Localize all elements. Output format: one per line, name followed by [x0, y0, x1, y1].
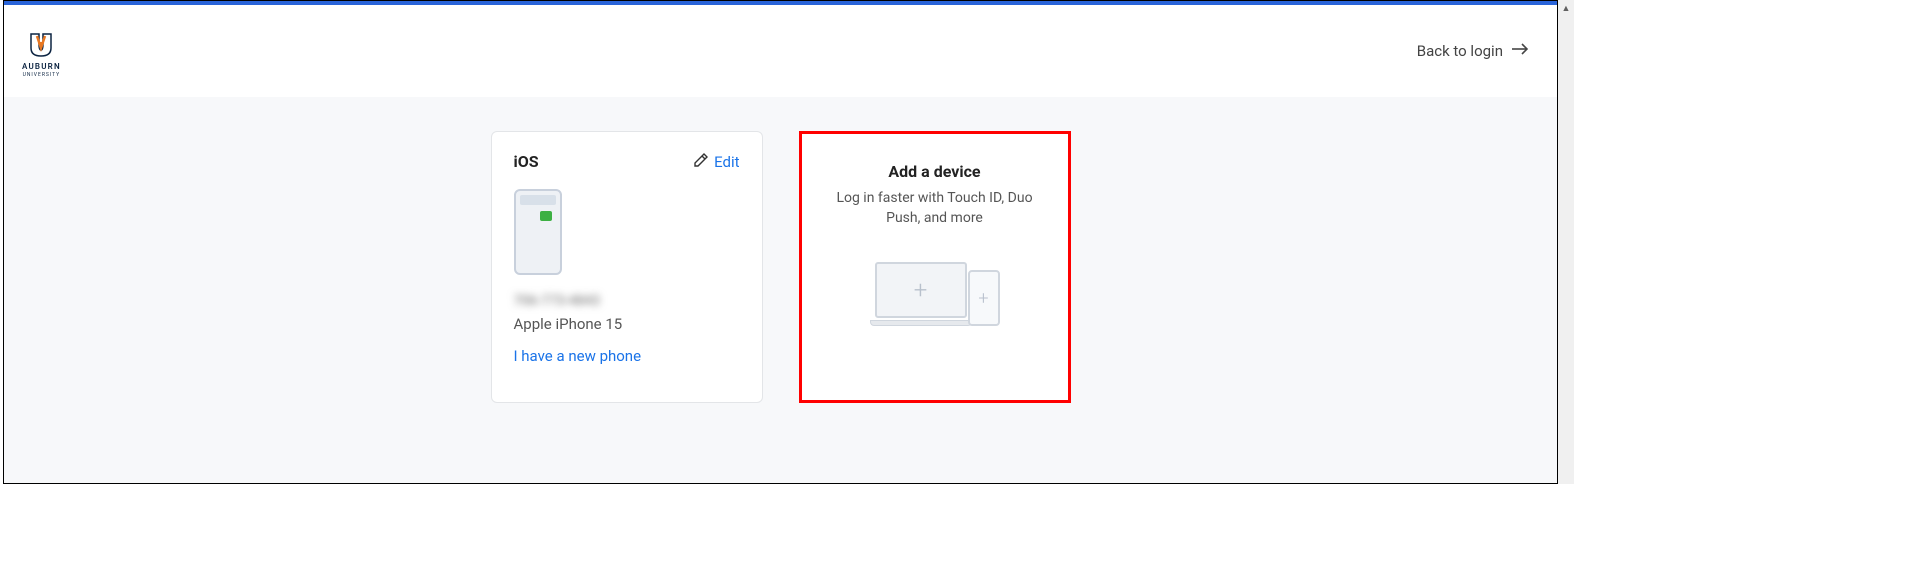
new-phone-link[interactable]: I have a new phone [514, 347, 740, 365]
page-frame: AUBURN UNIVERSITY Back to login iOS [3, 0, 1558, 484]
auburn-logo-icon [25, 32, 57, 58]
back-to-login-link[interactable]: Back to login [1417, 42, 1529, 60]
device-card-header: iOS Edit [514, 152, 740, 171]
arrow-right-icon [1511, 42, 1529, 60]
add-device-title: Add a device [888, 162, 980, 181]
add-device-subtitle: Log in faster with Touch ID, Duo Push, a… [824, 189, 1046, 228]
scrollbar-track[interactable]: ▲ [1558, 0, 1574, 484]
device-thumbnail-icon [514, 189, 562, 275]
device-phone-number: 706-773-4843 [514, 293, 740, 309]
scroll-up-button[interactable]: ▲ [1558, 0, 1574, 17]
logo: AUBURN UNIVERSITY [22, 24, 61, 78]
add-device-card[interactable]: Add a device Log in faster with Touch ID… [799, 131, 1071, 403]
logo-text: AUBURN [22, 62, 61, 71]
header: AUBURN UNIVERSITY Back to login [4, 5, 1557, 97]
device-card: iOS Edit 706-773-4843 Apple i [491, 131, 763, 403]
content-area: iOS Edit 706-773-4843 Apple i [4, 97, 1557, 483]
add-device-illustration-icon: + + [870, 254, 1000, 328]
logo-subtext: UNIVERSITY [23, 72, 61, 78]
edit-label: Edit [714, 153, 739, 171]
edit-device-link[interactable]: Edit [694, 153, 739, 171]
pencil-icon [694, 153, 708, 171]
device-model: Apple iPhone 15 [514, 315, 740, 333]
back-link-label: Back to login [1417, 42, 1503, 60]
device-card-title: iOS [514, 152, 539, 171]
